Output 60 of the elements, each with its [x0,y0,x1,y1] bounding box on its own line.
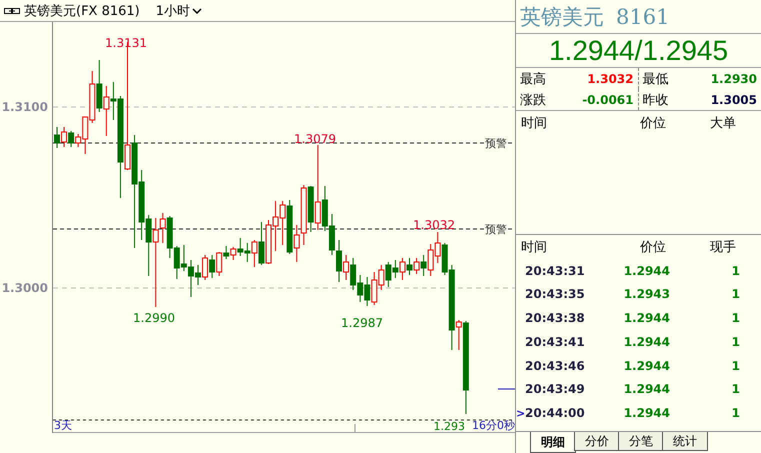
stat-label: 最低 [642,70,668,88]
tick-volume: 1 [730,358,740,373]
column-header: 价位 [639,238,666,256]
last-price-label: 1.293 [434,420,465,433]
caret-icon [192,8,202,14]
panel-tab[interactable]: 明细 [530,432,576,453]
tick-price: 1.2944 [622,358,670,373]
tick-price: 1.2944 [622,311,670,326]
price-label: 1.3131 [105,36,147,50]
tick-volume: 1 [730,406,740,420]
panel-tab[interactable]: 分笔 [618,432,664,451]
panel-tab[interactable]: 统计 [662,432,708,451]
price-label: 1.3079 [294,132,336,146]
tick-price: 1.2944 [622,382,670,396]
column-header: 现手 [709,238,736,256]
y-axis-label: 1.3000 [2,281,48,295]
tick-time: 20:43:41 [525,334,586,349]
price-label: 1.3032 [413,218,455,232]
instrument-code: 8161 [616,4,670,28]
tick-volume: 1 [730,311,740,326]
price-label: 1.2987 [341,316,383,330]
stat-label: 昨收 [642,92,668,108]
tick-time: 20:43:35 [525,287,586,302]
stat-value: 1.2930 [710,72,757,86]
stat-value: 1.3032 [587,72,634,86]
tick-price: 1.2943 [622,287,670,302]
tick-time: 20:44:00 [525,406,586,420]
time-span-label: 3天 [54,418,72,433]
price-level-line [498,388,515,390]
tick-volume: 1 [730,264,740,278]
instrument-name: 英镑美元 [520,4,604,30]
stat-value: 1.3005 [710,92,757,106]
stat-value: -0.0061 [582,92,634,106]
countdown-label: 16分0秒 [472,418,515,433]
y-axis-label: 1.3100 [2,100,48,114]
alert-label: 预警 [485,136,507,151]
bid-ask-price: 1.2944/1.2945 [548,34,728,66]
tick-time: 20:43:31 [525,264,586,278]
tick-time: 20:43:38 [525,311,586,326]
tick-price: 1.2944 [622,406,670,420]
panel-tab[interactable]: 分价 [574,432,620,451]
price-label: 1.2990 [133,311,175,325]
current-row-marker: > [516,406,526,420]
column-header: 大单 [709,115,736,132]
timeframe-dropdown[interactable]: 1小时 [152,2,206,20]
tick-time: 20:43:46 [525,358,586,373]
tick-volume: 1 [730,382,740,396]
column-header: 时间 [521,115,548,132]
link-icon [4,6,20,14]
stat-label: 最高 [520,70,546,88]
stat-label: 涨跌 [520,92,546,108]
tick-volume: 1 [730,334,740,349]
tick-volume: 1 [730,287,740,302]
column-header: 时间 [521,238,548,256]
tick-time: 20:43:49 [525,382,586,396]
column-header: 价位 [639,115,666,132]
alert-label: 预警 [485,222,507,237]
tick-price: 1.2944 [622,334,670,349]
symbol-label: 英镑美元(FX 8161) [24,2,140,20]
tick-price: 1.2944 [622,264,670,278]
